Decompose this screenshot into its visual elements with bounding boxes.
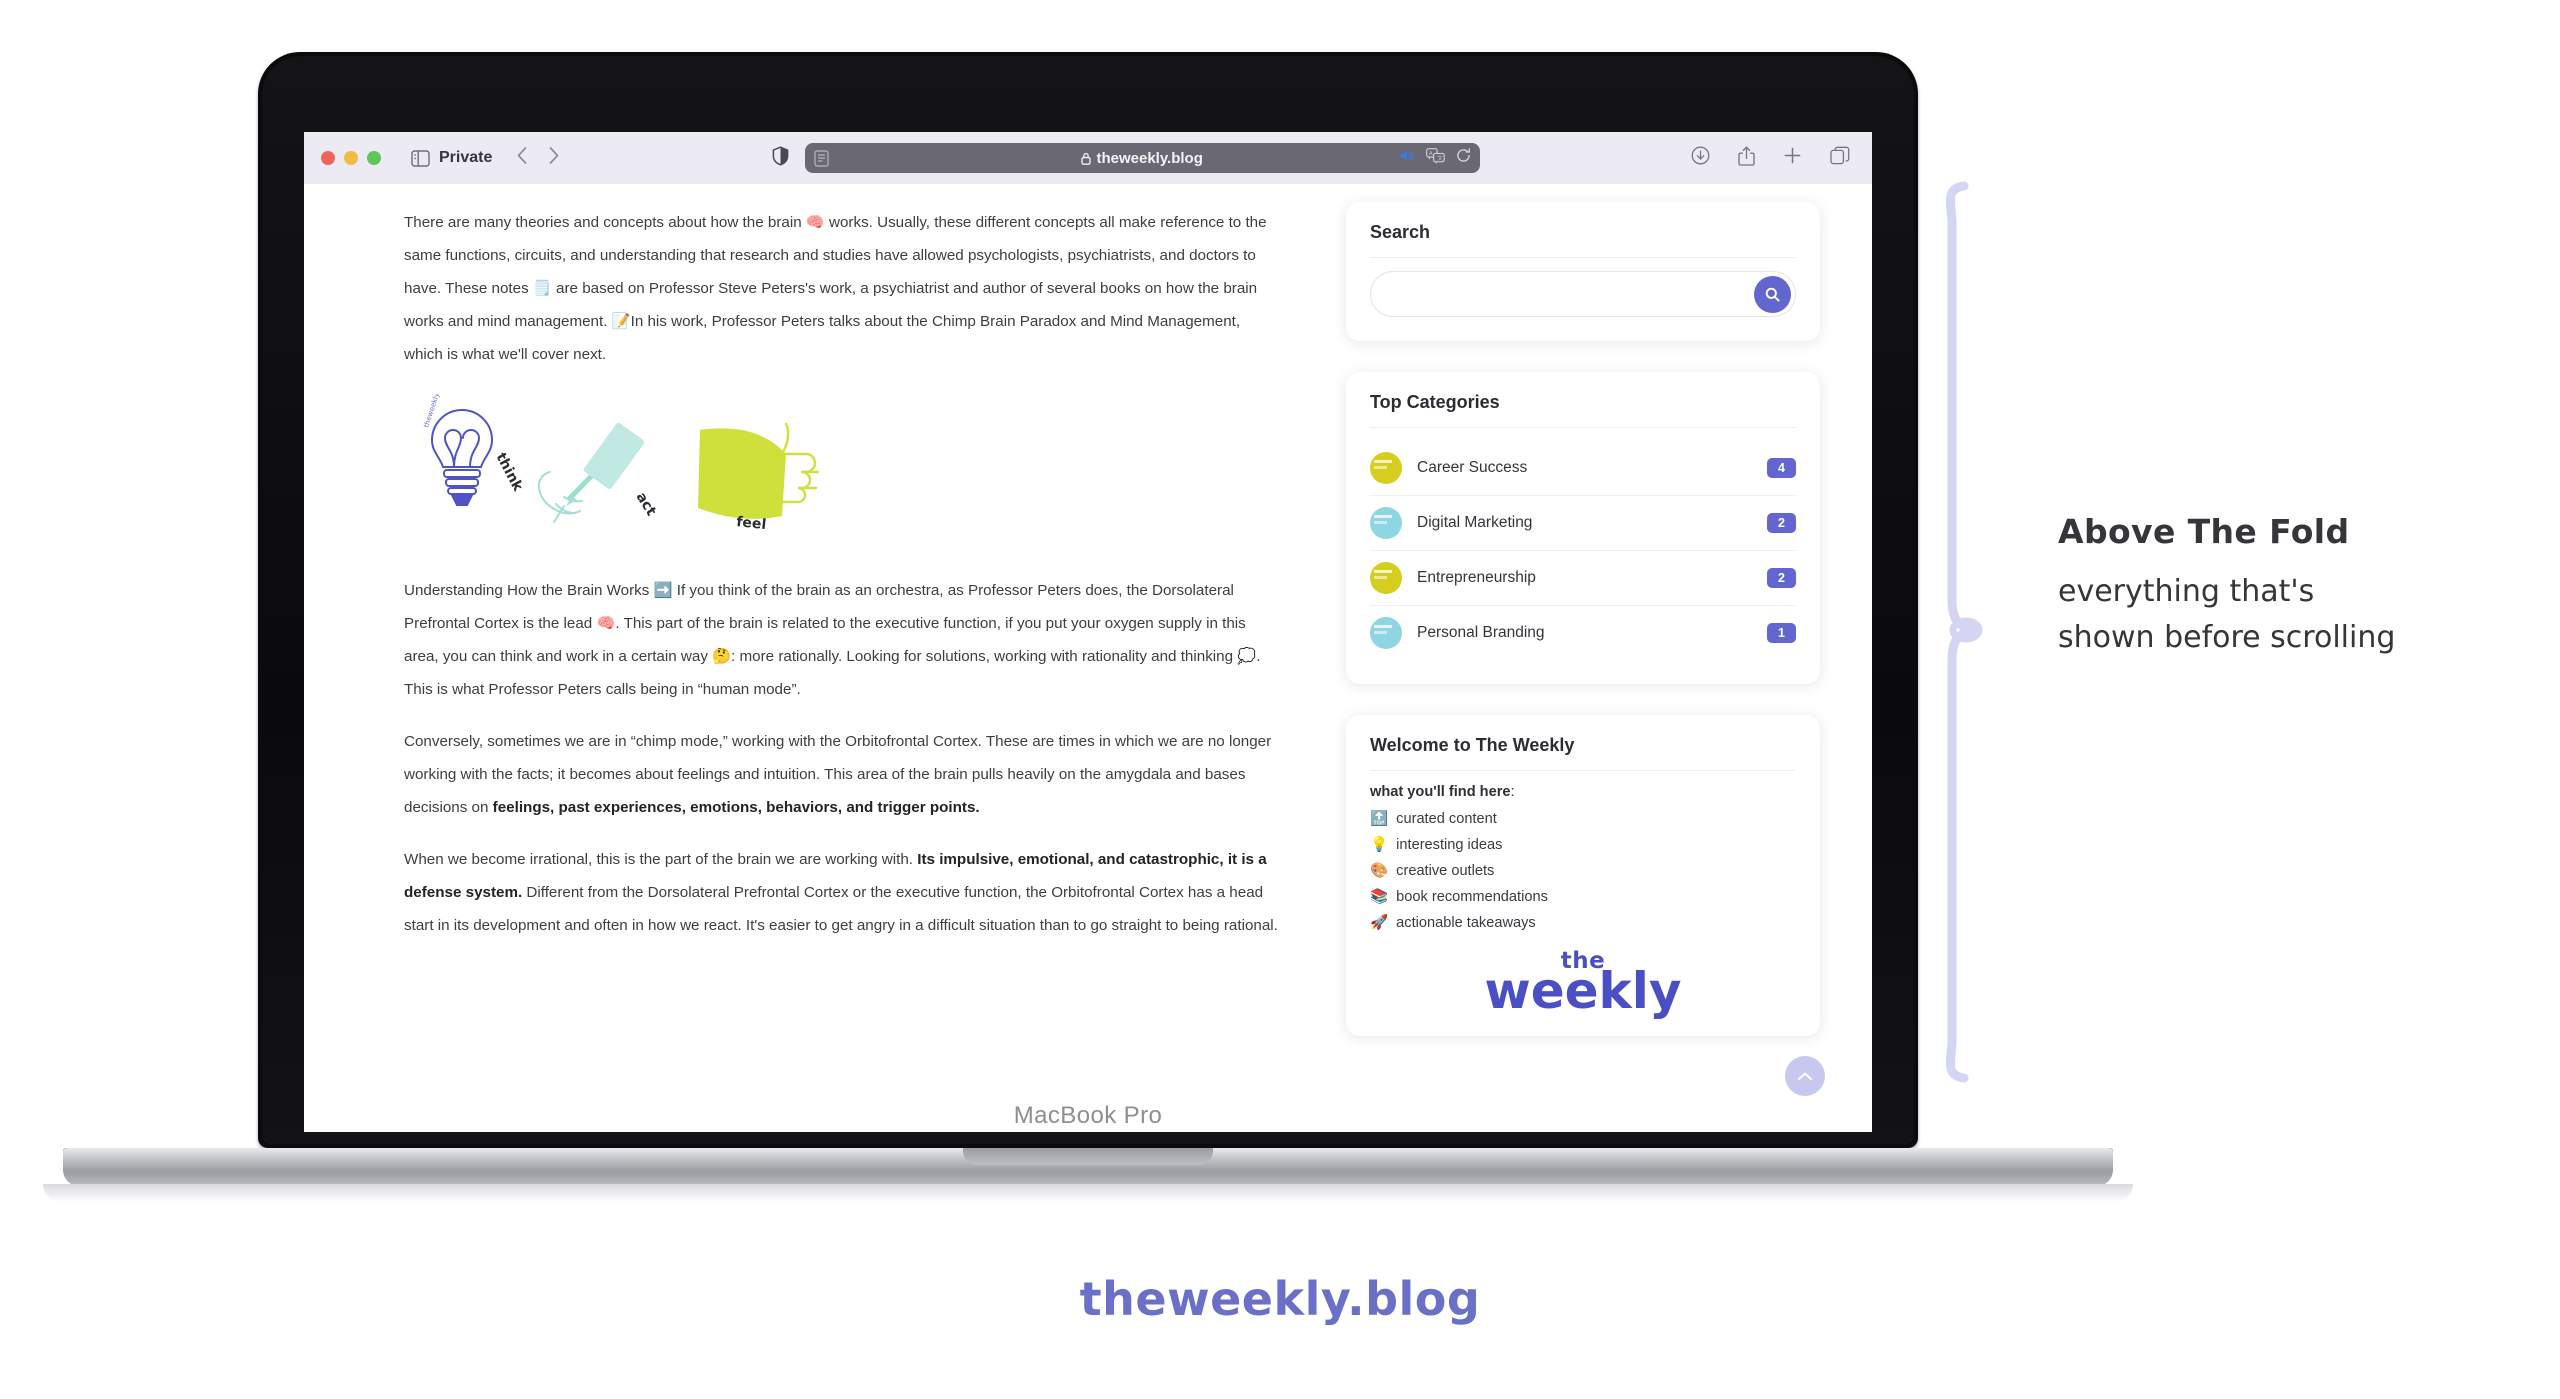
list-item-label: book recommendations xyxy=(1396,889,1548,905)
the-weekly-logo: the weekly xyxy=(1370,950,1796,1020)
macbook-device: Private theweekly.blog A 文 There are man… xyxy=(43,52,2133,1202)
svg-text:feel: feel xyxy=(736,514,767,533)
category-row[interactable]: Personal Branding 1 xyxy=(1370,606,1796,660)
tab-overview-icon[interactable] xyxy=(1830,146,1850,170)
list-item-label: curated content xyxy=(1396,811,1497,827)
category-thumbnail xyxy=(1370,562,1402,594)
welcome-list: 🔝 curated content 💡 interesting ideas 🎨 creat… xyxy=(1370,806,1796,936)
welcome-list-item: 💡 interesting ideas xyxy=(1370,832,1796,858)
address-bar[interactable]: theweekly.blog A 文 xyxy=(804,143,1480,173)
article-content: There are many theories and concepts abo… xyxy=(304,184,1324,1132)
minimize-window-button[interactable] xyxy=(344,151,358,165)
forward-arrow-icon[interactable] xyxy=(548,146,560,170)
category-row[interactable]: Digital Marketing 2 xyxy=(1370,496,1796,551)
list-emoji-icon: 🚀 xyxy=(1370,915,1389,931)
new-tab-icon[interactable] xyxy=(1783,146,1802,170)
annotation-title: Above The Fold xyxy=(2058,512,2350,551)
search-widget: Search xyxy=(1346,202,1820,341)
privacy-shield-icon[interactable] xyxy=(772,145,789,171)
footer-brand: theweekly.blog xyxy=(1079,1272,1481,1326)
maximize-window-button[interactable] xyxy=(367,151,381,165)
article-paragraph: When we become irrational, this is the p… xyxy=(404,851,1278,934)
list-emoji-icon: 🎨 xyxy=(1370,863,1389,879)
annotation-line-2: shown before scrolling xyxy=(2058,620,2396,655)
category-count-badge: 1 xyxy=(1767,623,1796,643)
category-count-badge: 2 xyxy=(1767,568,1796,588)
welcome-lead: what you'll find here: xyxy=(1370,784,1515,800)
downloads-icon[interactable] xyxy=(1691,146,1710,170)
chevron-up-icon xyxy=(1798,1072,1812,1080)
category-count-badge: 2 xyxy=(1767,513,1796,533)
laptop-base-shadow xyxy=(43,1184,2133,1202)
search-input[interactable] xyxy=(1371,273,1754,315)
category-row[interactable]: Career Success 4 xyxy=(1370,441,1796,496)
web-page: There are many theories and concepts abo… xyxy=(304,184,1872,1132)
list-item-label: interesting ideas xyxy=(1396,837,1503,853)
category-label: Career Success xyxy=(1417,459,1528,476)
sidebar-toggle-icon[interactable] xyxy=(411,149,430,167)
laptop-lid: Private theweekly.blog A 文 There are man… xyxy=(258,52,1918,1148)
logo-line-2: weekly xyxy=(1484,961,1682,1020)
category-thumbnail xyxy=(1370,617,1402,649)
article-paragraph: There are many theories and concepts abo… xyxy=(404,214,1267,363)
list-emoji-icon: 🔝 xyxy=(1370,811,1389,827)
article-paragraph: Conversely, sometimes we are in “chimp m… xyxy=(404,733,1272,816)
list-item-label: creative outlets xyxy=(1396,863,1495,879)
svg-text:act: act xyxy=(633,490,660,519)
svg-text:think: think xyxy=(492,450,526,494)
annotation-text-block: Above The Fold everything that's shown b… xyxy=(2058,512,2538,661)
share-icon[interactable] xyxy=(1738,145,1755,171)
lock-icon xyxy=(1081,152,1092,165)
category-row[interactable]: Entrepreneurship 2 xyxy=(1370,551,1796,606)
scroll-to-top-button[interactable] xyxy=(1785,1056,1825,1096)
article-paragraph: Understanding How the Brain Works ➡️ If … xyxy=(404,582,1261,698)
close-window-button[interactable] xyxy=(321,151,335,165)
welcome-list-item: 🚀 actionable takeaways xyxy=(1370,910,1796,936)
welcome-list-item: 🔝 curated content xyxy=(1370,806,1796,832)
laptop-screen: Private theweekly.blog A 文 There are man… xyxy=(304,132,1872,1132)
top-categories-title: Top Categories xyxy=(1370,392,1796,428)
category-label: Entrepreneurship xyxy=(1417,569,1536,586)
category-thumbnail xyxy=(1370,507,1402,539)
annotation-brace xyxy=(1946,181,1983,1083)
browser-toolbar: Private theweekly.blog A 文 xyxy=(304,132,1872,185)
search-submit-button[interactable] xyxy=(1754,275,1791,313)
welcome-list-item: 🎨 creative outlets xyxy=(1370,858,1796,884)
laptop-base-notch xyxy=(963,1148,1213,1165)
welcome-list-item: 📚 book recommendations xyxy=(1370,884,1796,910)
search-icon xyxy=(1765,287,1780,302)
list-item-label: actionable takeaways xyxy=(1396,915,1536,931)
svg-text:theweekly.blog: theweekly.blog xyxy=(422,394,446,429)
welcome-widget: Welcome to The Weekly what you'll find h… xyxy=(1346,715,1820,1036)
device-label: MacBook Pro xyxy=(1013,1102,1163,1129)
back-arrow-icon[interactable] xyxy=(516,146,528,170)
page-sidebar: Search Top Categories Career Success 4 D… xyxy=(1324,184,1872,1132)
list-emoji-icon: 📚 xyxy=(1370,889,1389,905)
list-emoji-icon: 💡 xyxy=(1370,837,1389,853)
welcome-title: Welcome to The Weekly xyxy=(1370,735,1796,771)
private-mode-label: Private xyxy=(439,149,493,166)
search-field-row[interactable] xyxy=(1370,271,1796,317)
category-thumbnail xyxy=(1370,452,1402,484)
category-count-badge: 4 xyxy=(1767,458,1796,478)
category-list: Career Success 4 Digital Marketing 2 Entrepr… xyxy=(1370,441,1796,660)
address-bar-url: theweekly.blog xyxy=(805,150,1480,167)
category-label: Personal Branding xyxy=(1417,624,1545,641)
window-controls[interactable] xyxy=(321,151,381,165)
annotation-line-1: everything that's xyxy=(2058,574,2315,609)
think-act-feel-illustration: think theweekly.blog act feel xyxy=(404,376,1278,544)
category-label: Digital Marketing xyxy=(1417,514,1533,531)
navigation-arrows[interactable] xyxy=(516,146,560,170)
top-categories-widget: Top Categories Career Success 4 Digital Ma… xyxy=(1346,372,1820,684)
search-widget-title: Search xyxy=(1370,222,1796,258)
